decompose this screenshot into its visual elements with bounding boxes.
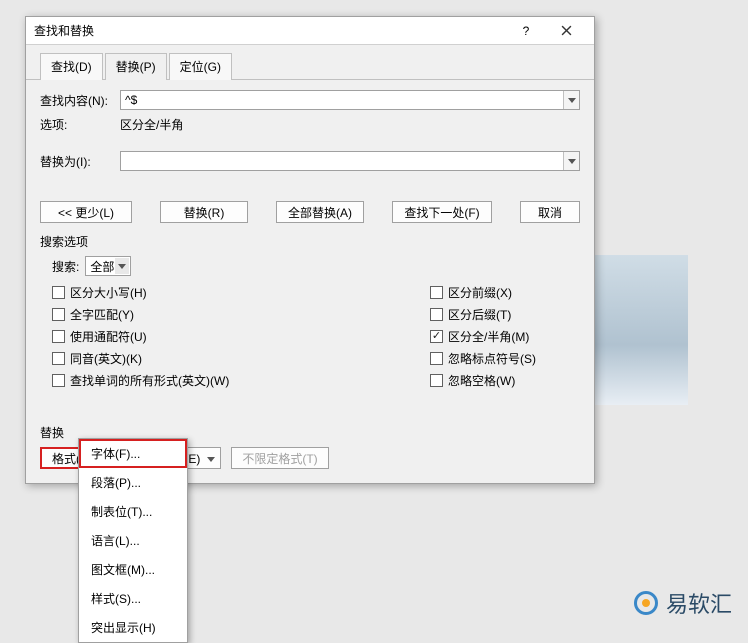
dialog-body: 查找(D) 替换(P) 定位(G) 查找内容(N): ^$ 选项: 区分全/半角… — [26, 45, 594, 483]
menu-item-highlight[interactable]: 突出显示(H) — [79, 613, 187, 642]
search-direction-select[interactable]: 全部 — [85, 256, 131, 276]
replace-dropdown[interactable] — [563, 152, 579, 170]
check-wildcards[interactable]: 使用通配符(U) — [52, 328, 430, 345]
less-button[interactable]: << 更少(L) — [40, 201, 132, 223]
content: 查找内容(N): ^$ 选项: 区分全/半角 替换为(I): << 更少(L) — [26, 79, 594, 483]
tabs: 查找(D) 替换(P) 定位(G) — [26, 45, 594, 80]
check-col-right: 区分前缀(X) 区分后缀(T) 区分全/半角(M) 忽略标点符号(S) 忽略空格… — [430, 284, 580, 394]
watermark-logo-icon — [634, 591, 658, 615]
check-col-left: 区分大小写(H) 全字匹配(Y) 使用通配符(U) 同音(英文)(K) 查找单词… — [52, 284, 430, 394]
chevron-down-icon — [118, 264, 126, 269]
options-label: 选项: — [40, 116, 120, 133]
check-prefix[interactable]: 区分前缀(X) — [430, 284, 580, 301]
close-button[interactable] — [546, 18, 586, 44]
find-replace-dialog: 查找和替换 ? 查找(D) 替换(P) 定位(G) 查找内容(N): ^$ 选项… — [25, 16, 595, 484]
menu-item-paragraph[interactable]: 段落(P)... — [79, 468, 187, 497]
tab-goto[interactable]: 定位(G) — [169, 53, 232, 80]
check-fullhalf[interactable]: 区分全/半角(M) — [430, 328, 580, 345]
menu-item-font[interactable]: 字体(F)... — [79, 439, 187, 468]
find-label: 查找内容(N): — [40, 92, 120, 109]
menu-item-tabs[interactable]: 制表位(T)... — [79, 497, 187, 526]
find-next-button[interactable]: 查找下一处(F) — [392, 201, 492, 223]
menu-item-frame[interactable]: 图文框(M)... — [79, 555, 187, 584]
chevron-down-icon — [568, 159, 576, 164]
watermark: 易软汇 — [634, 587, 732, 619]
help-button[interactable]: ? — [506, 18, 546, 44]
no-format-button[interactable]: 不限定格式(T) — [231, 447, 328, 469]
chevron-down-icon — [568, 98, 576, 103]
chevron-down-icon — [207, 451, 215, 465]
cancel-button[interactable]: 取消 — [520, 201, 580, 223]
replace-input[interactable] — [120, 151, 580, 171]
select-dropdown[interactable] — [115, 258, 129, 274]
replace-all-button[interactable]: 全部替换(A) — [276, 201, 364, 223]
find-input[interactable]: ^$ — [120, 90, 580, 110]
check-all-forms[interactable]: 查找单词的所有形式(英文)(W) — [52, 372, 430, 389]
check-sounds-like[interactable]: 同音(英文)(K) — [52, 350, 430, 367]
check-ignore-space[interactable]: 忽略空格(W) — [430, 372, 580, 389]
format-dropdown-menu: 字体(F)... 段落(P)... 制表位(T)... 语言(L)... 图文框… — [78, 438, 188, 643]
menu-item-language[interactable]: 语言(L)... — [79, 526, 187, 555]
options-value: 区分全/半角 — [120, 116, 183, 133]
search-options-title: 搜索选项 — [40, 233, 580, 250]
checkbox-columns: 区分大小写(H) 全字匹配(Y) 使用通配符(U) 同音(英文)(K) 查找单词… — [40, 284, 580, 394]
find-dropdown[interactable] — [563, 91, 579, 109]
search-label: 搜索: — [52, 258, 79, 275]
tab-replace[interactable]: 替换(P) — [105, 53, 167, 80]
replace-button[interactable]: 替换(R) — [160, 201, 248, 223]
dialog-title: 查找和替换 — [34, 22, 506, 39]
check-suffix[interactable]: 区分后缀(T) — [430, 306, 580, 323]
tab-find[interactable]: 查找(D) — [40, 53, 103, 80]
check-ignore-punct[interactable]: 忽略标点符号(S) — [430, 350, 580, 367]
check-whole-word[interactable]: 全字匹配(Y) — [52, 306, 430, 323]
close-icon — [561, 25, 572, 36]
menu-item-style[interactable]: 样式(S)... — [79, 584, 187, 613]
titlebar: 查找和替换 ? — [26, 17, 594, 45]
check-match-case[interactable]: 区分大小写(H) — [52, 284, 430, 301]
replace-label: 替换为(I): — [40, 153, 120, 170]
